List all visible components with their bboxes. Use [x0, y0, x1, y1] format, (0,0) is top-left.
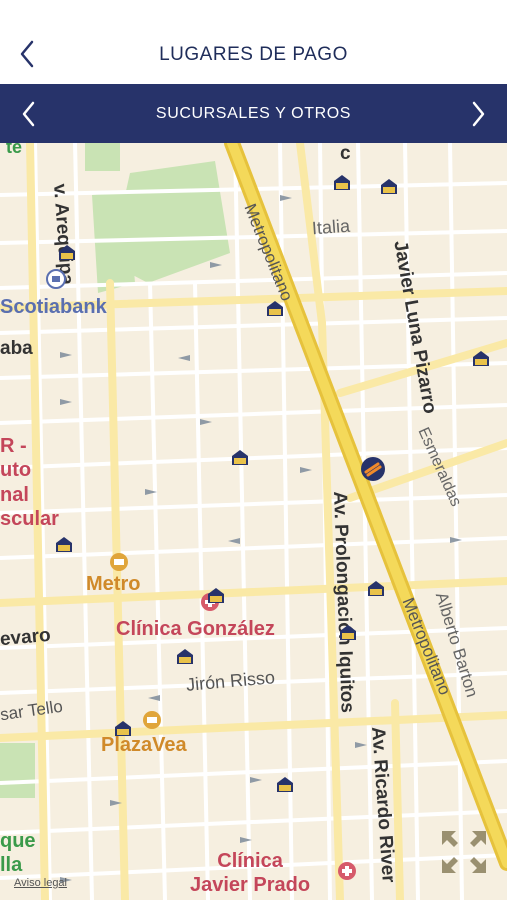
shopping-cart-icon[interactable] — [109, 552, 129, 572]
payment-location-icon[interactable] — [339, 623, 357, 641]
place-label: lla — [0, 854, 23, 876]
street-label: aba — [0, 338, 33, 359]
payment-location-icon[interactable] — [58, 243, 76, 261]
place-label: Clínica González — [116, 618, 275, 640]
hospital-icon[interactable] — [337, 861, 357, 881]
category-selector: SUCURSALES Y OTROS — [0, 84, 507, 143]
payment-location-icon[interactable] — [114, 719, 132, 737]
legal-notice-link[interactable]: Aviso legal — [14, 877, 67, 889]
place-label: Scotiabank — [0, 296, 107, 318]
expand-map-icon[interactable] — [440, 829, 488, 875]
payment-location-icon[interactable] — [176, 647, 194, 665]
map-background — [0, 143, 507, 900]
street-label: c — [340, 143, 351, 164]
park-area — [0, 743, 35, 798]
street-label: Italia — [311, 215, 351, 239]
place-label: Metro — [86, 573, 141, 595]
bank-icon[interactable] — [46, 269, 66, 289]
street-label: evaro — [0, 624, 52, 651]
place-label: nal — [0, 484, 29, 506]
park-area — [85, 143, 120, 171]
place-label: R - — [0, 435, 27, 457]
place-label: uto — [0, 459, 32, 481]
payment-location-icon[interactable] — [333, 173, 351, 191]
payment-location-icon[interactable] — [207, 586, 225, 604]
metropolitano-station-icon[interactable] — [360, 456, 386, 482]
map-view[interactable]: v. Arequipa Metropolitano c Italia Javie… — [0, 143, 507, 900]
chevron-right-icon[interactable] — [463, 98, 493, 130]
shopping-cart-icon[interactable] — [142, 710, 162, 730]
payment-location-icon[interactable] — [231, 448, 249, 466]
place-label: PlazaVea — [101, 734, 187, 756]
payment-location-icon[interactable] — [55, 535, 73, 553]
page-title: LUGARES DE PAGO — [159, 44, 348, 65]
payment-location-icon[interactable] — [380, 177, 398, 195]
category-title: SUCURSALES Y OTROS — [155, 105, 352, 122]
payment-location-icon[interactable] — [276, 775, 294, 793]
payment-location-icon[interactable] — [367, 579, 385, 597]
payment-location-icon[interactable] — [472, 349, 490, 367]
place-label: Clínica Javier Prado — [190, 850, 311, 896]
place-label: que — [0, 830, 36, 852]
payment-location-icon[interactable] — [266, 299, 284, 317]
place-label: te — [6, 143, 23, 157]
place-label: scular — [0, 508, 59, 530]
app-header: LUGARES DE PAGO — [0, 0, 507, 84]
